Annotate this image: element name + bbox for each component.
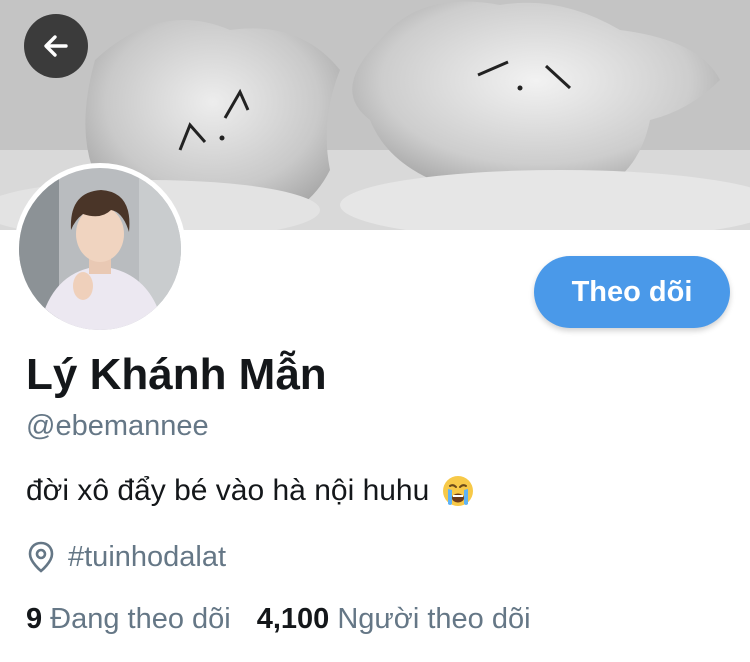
display-name: Lý Khánh Mẫn [26, 350, 327, 399]
follow-stats: 9 Đang theo dõi 4,100 Người theo dõi [26, 603, 531, 636]
location-pin-icon [28, 541, 54, 573]
loudly-crying-face-icon [443, 476, 474, 506]
following-label: Đang theo dõi [50, 603, 231, 635]
following-stat[interactable]: 9 Đang theo dõi [26, 603, 231, 636]
profile-handle: @ebemannee [26, 410, 209, 442]
followers-stat[interactable]: 4,100 Người theo dõi [257, 603, 531, 636]
profile-location: #tuinhodalat [26, 540, 226, 574]
follow-button[interactable]: Theo dõi [534, 256, 730, 328]
followers-count: 4,100 [256, 603, 330, 635]
bio-text: đời xô đẩy bé vào hà nội huhu [26, 474, 430, 507]
followers-label: Người theo dõi [337, 603, 531, 635]
back-button[interactable] [24, 14, 88, 78]
profile-page: Theo dõi Lý Khánh Mẫn @ebemannee đời xô … [0, 0, 750, 662]
arrow-left-icon [44, 35, 68, 57]
following-count: 9 [26, 603, 43, 635]
profile-avatar[interactable] [19, 168, 181, 330]
profile-bio: đời xô đẩy bé vào hà nội huhu [26, 474, 475, 508]
location-hashtag-link[interactable]: #tuinhodalat [68, 541, 226, 574]
